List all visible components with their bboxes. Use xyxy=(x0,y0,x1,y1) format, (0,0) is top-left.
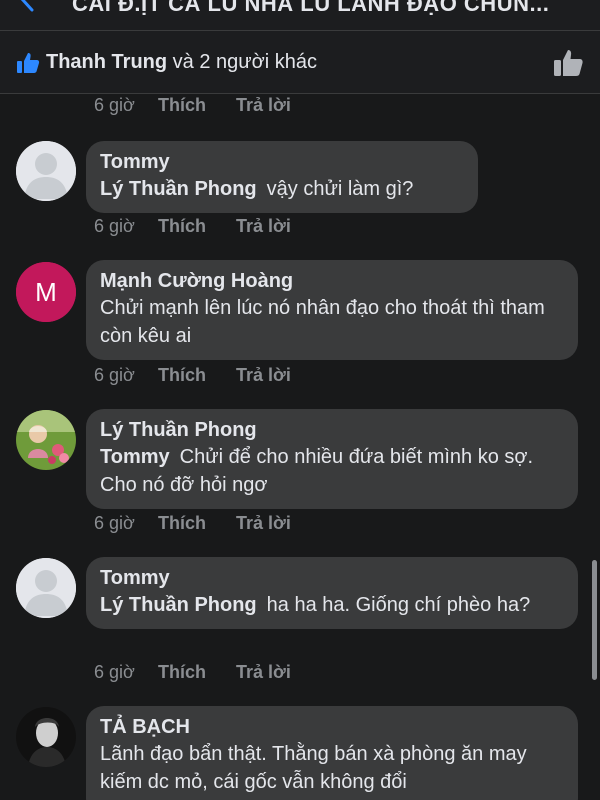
like-link[interactable]: Thích xyxy=(158,513,236,534)
comment-text: Lý Thuần Phong ha ha ha. Giống chí phèo h… xyxy=(100,591,562,619)
comment-actions: 6 giờ Thích Trả lời xyxy=(94,662,291,683)
mention-link[interactable]: Lý Thuần Phong xyxy=(100,594,257,616)
avatar[interactable] xyxy=(16,410,76,470)
comment-text: Lý Thuần Phong vậy chửi làm gì? xyxy=(100,175,462,203)
photo-avatar-icon xyxy=(16,410,76,470)
comment-time: 6 giờ xyxy=(94,513,135,533)
reply-link[interactable]: Trả lời xyxy=(236,365,291,386)
thumbs-up-badge-icon xyxy=(17,53,40,73)
comment-body: ha ha ha. Giống chí phèo ha? xyxy=(266,594,531,616)
comment-actions: 6 giờ Thích Trả lời xyxy=(94,513,291,534)
scrollbar[interactable] xyxy=(592,560,597,680)
comment-author[interactable]: Mạnh Cường Hoàng xyxy=(100,268,562,294)
likes-summary-bar[interactable]: Thanh Trung và 2 người khác xyxy=(0,30,600,94)
reply-link[interactable]: Trả lời xyxy=(236,95,291,116)
comment-author[interactable]: Lý Thuần Phong xyxy=(100,417,562,443)
reply-link[interactable]: Trả lời xyxy=(236,216,291,237)
comment-time: 6 giờ xyxy=(94,95,135,115)
comment-body: vậy chửi làm gì? xyxy=(266,178,414,200)
avatar[interactable]: M xyxy=(16,262,76,322)
thumbs-up-icon[interactable] xyxy=(552,47,584,79)
portrait-avatar-icon xyxy=(16,707,76,767)
comment-actions: 6 giờ Thích Trả lời xyxy=(94,216,291,237)
comment-time: 6 giờ xyxy=(94,662,135,682)
comment-bubble[interactable]: Lý Thuần Phong Tommy Chửi để cho nhiều đứ… xyxy=(86,409,578,509)
comment-author[interactable]: Tommy xyxy=(100,149,462,175)
comment-body: Chửi mạnh lên lúc nó nhân đạo cho thoát … xyxy=(100,297,545,347)
like-link[interactable]: Thích xyxy=(158,216,236,237)
comment-bubble[interactable]: Tommy Lý Thuần Phong ha ha ha. Giống chí … xyxy=(86,557,578,629)
comment-bubble[interactable]: TẢ BẠCH Lãnh đạo bẩn thật. Thằng bán xà … xyxy=(86,706,578,800)
comment-author[interactable]: Tommy xyxy=(100,565,562,591)
likers-text[interactable]: Thanh Trung và 2 người khác xyxy=(46,51,317,74)
comment-bubble[interactable]: Mạnh Cường Hoàng Chửi mạnh lên lúc nó nh… xyxy=(86,260,578,360)
comment-time: 6 giờ xyxy=(94,216,135,236)
comment-text: Tommy Chửi để cho nhiều đứa biết mình ko … xyxy=(100,443,562,499)
default-avatar-icon xyxy=(16,558,76,618)
like-link[interactable]: Thích xyxy=(158,365,236,386)
comments-list[interactable]: 6 giờ Thích Trả lời Tommy Lý Thuần Phong vậ… xyxy=(0,95,600,800)
like-link[interactable]: Thích xyxy=(158,95,236,116)
mention-link[interactable]: Lý Thuần Phong xyxy=(100,178,257,200)
post-title: CÁI Đ.ỊT CÁ LŨ NHÀ LŨ LÃNH ĐẠO CHÚN... xyxy=(72,0,550,16)
comment-actions: 6 giờ Thích Trả lời xyxy=(94,95,291,116)
comment-actions: 6 giờ Thích Trả lời xyxy=(94,365,291,386)
liker-name[interactable]: Thanh Trung xyxy=(46,51,167,73)
avatar[interactable] xyxy=(16,558,76,618)
comment-bubble[interactable]: Tommy Lý Thuần Phong vậy chửi làm gì? xyxy=(86,141,478,213)
avatar-letter: M xyxy=(35,277,57,307)
liker-others[interactable]: và 2 người khác xyxy=(173,51,317,73)
back-arrow-icon[interactable] xyxy=(14,0,40,12)
letter-avatar-icon: M xyxy=(16,262,76,322)
reply-link[interactable]: Trả lời xyxy=(236,662,291,683)
default-avatar-icon xyxy=(16,141,76,201)
mention-link[interactable]: Tommy xyxy=(100,446,170,468)
like-link[interactable]: Thích xyxy=(158,662,236,683)
comment-time: 6 giờ xyxy=(94,365,135,385)
avatar[interactable] xyxy=(16,141,76,201)
comment-author[interactable]: TẢ BẠCH xyxy=(100,714,562,740)
post-header: CÁI Đ.ỊT CÁ LŨ NHÀ LŨ LÃNH ĐẠO CHÚN... xyxy=(0,0,600,30)
avatar[interactable] xyxy=(16,707,76,767)
reply-link[interactable]: Trả lời xyxy=(236,513,291,534)
comment-body: Lãnh đạo bẩn thật. Thằng bán xà phòng ăn… xyxy=(100,743,527,793)
